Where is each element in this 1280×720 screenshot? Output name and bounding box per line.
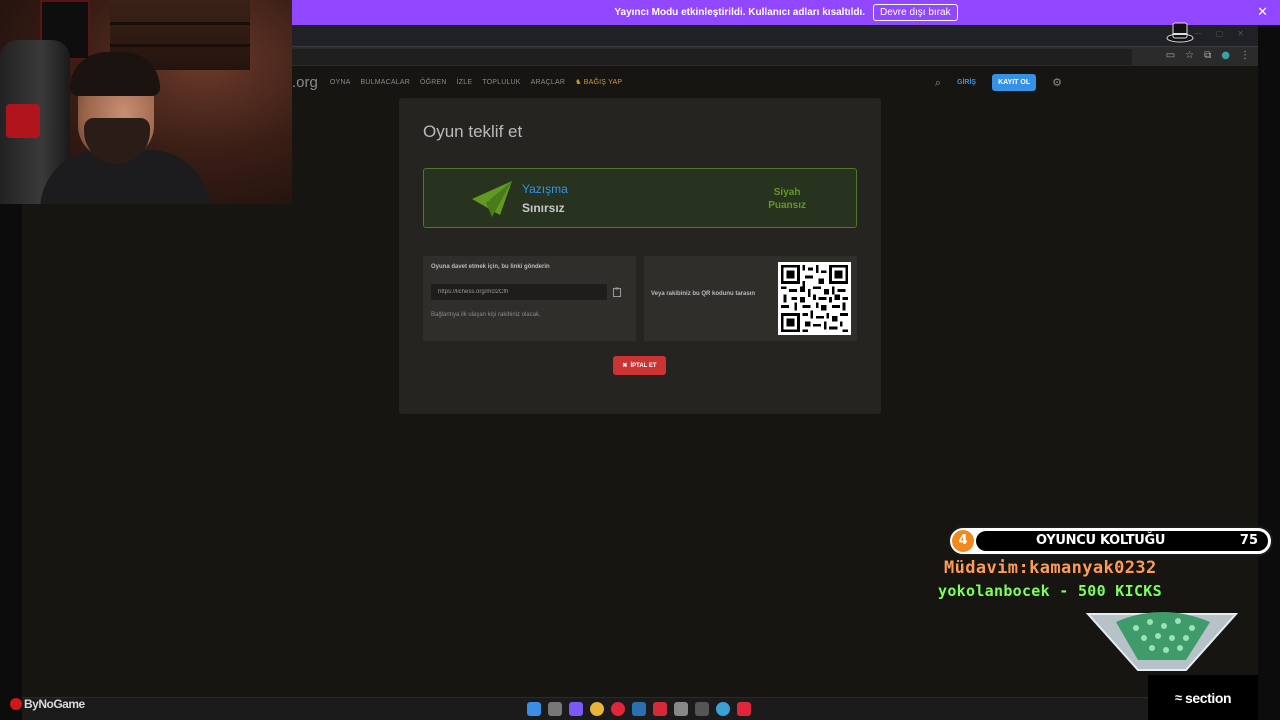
bynogame-text: ByNoGame xyxy=(24,697,85,711)
qr-code xyxy=(778,262,851,335)
streamer-mode-banner: Yayıncı Modu etkinleştirildi. Kullanıcı … xyxy=(292,0,1280,25)
nav-watch[interactable]: İZLE xyxy=(457,79,473,86)
app-icon-record[interactable] xyxy=(737,702,751,716)
profile-avatar-icon[interactable]: ● xyxy=(1221,50,1230,61)
cancel-challenge-button[interactable]: ✖ İPTAL ET xyxy=(613,356,666,375)
seat-count: 75 xyxy=(1239,533,1258,548)
invite-link-panel: Oyuna davet etmek için, bu linki gönderi… xyxy=(423,256,636,341)
bookmark-star-icon[interactable]: ☆ xyxy=(1185,50,1194,61)
app-icon-arrow[interactable] xyxy=(695,702,709,716)
nav-community[interactable]: TOPLULUK xyxy=(482,79,520,86)
close-window-icon[interactable]: ✕ xyxy=(1237,29,1244,38)
cancel-label: İPTAL ET xyxy=(630,362,657,369)
right-frame xyxy=(1258,0,1280,720)
invite-link-field[interactable] xyxy=(431,284,607,300)
chair-accent xyxy=(6,104,40,138)
opera-icon[interactable] xyxy=(611,702,625,716)
player-color: Siyah xyxy=(773,187,801,198)
site-logo[interactable]: .org xyxy=(292,74,318,91)
header-actions: ⌕ GİRİŞ KAYIT OL ⚙ xyxy=(935,74,1062,91)
qr-panel: Veya rakibiniz bu QR kodunu tarasın xyxy=(644,256,857,341)
qr-instructions: Veya rakibiniz bu QR kodunu tarasın xyxy=(651,291,756,297)
shelf-line xyxy=(110,22,250,25)
webcam-overlay xyxy=(0,0,292,204)
nav-play[interactable]: OYNA xyxy=(330,79,351,86)
nav-donate[interactable]: ♞ BAĞIŞ YAP xyxy=(575,78,622,86)
streamer-mode-text: Yayıncı Modu etkinleştirildi. Kullanıcı … xyxy=(614,7,866,18)
maximize-icon[interactable]: ▢ xyxy=(1216,29,1224,38)
sponsor-logo: ≈ section xyxy=(1148,675,1258,720)
windows-start-icon[interactable] xyxy=(527,702,541,716)
close-icon[interactable]: ✕ xyxy=(1257,5,1268,20)
donate-icon: ♞ xyxy=(575,79,584,86)
top-hat-icon xyxy=(1166,22,1194,43)
window-controls: — ▢ ✕ xyxy=(1194,29,1244,38)
nav-tools[interactable]: ARAÇLAR xyxy=(531,79,565,86)
login-link[interactable]: GİRİŞ xyxy=(957,79,976,86)
player-seat-overlay: 4 OYUNCU KOLTUĞU 75 xyxy=(948,526,1273,556)
minimize-icon[interactable]: — xyxy=(1194,29,1202,38)
seat-bar: OYUNCU KOLTUĞU 75 xyxy=(976,531,1268,551)
discord-icon[interactable] xyxy=(569,702,583,716)
color-and-mode: Siyah Puansız xyxy=(768,186,806,212)
browser-address-bar: ▭ ☆ ⧉ ● ⋮ xyxy=(292,46,1258,66)
shelf-line xyxy=(110,44,250,47)
taskbar-icons xyxy=(527,702,751,716)
game-variant: Yazışma xyxy=(522,182,568,196)
close-icon: ✖ xyxy=(622,363,628,369)
nav-learn[interactable]: ÖĞREN xyxy=(420,79,447,86)
task-view-icon[interactable] xyxy=(548,702,562,716)
cast-icon[interactable]: ▭ xyxy=(1166,50,1175,61)
app-icon-red[interactable] xyxy=(653,702,667,716)
bynogame-logo-icon xyxy=(10,698,22,710)
invite-note: Bağlantıya ilk ulaşan kişi rakibiniz ola… xyxy=(431,312,541,318)
calculator-icon[interactable] xyxy=(674,702,688,716)
regular-viewer-text: Müdavim:kamanyak0232 xyxy=(944,558,1157,578)
seat-label: OYUNCU KOLTUĞU xyxy=(1036,533,1166,548)
challenge-modal: Oyun teklif et Yazışma Sınırsız Siyah Pu… xyxy=(399,98,881,414)
browser-toolbar-icons: ▭ ☆ ⧉ ● ⋮ xyxy=(1166,50,1250,61)
url-field[interactable] xyxy=(292,49,1132,65)
disable-streamer-mode-button[interactable]: Devre dışı bırak xyxy=(873,4,958,21)
nav-puzzles[interactable]: BULMACALAR xyxy=(361,79,410,86)
time-control: Sınırsız xyxy=(522,201,565,215)
app-icon-blue[interactable] xyxy=(716,702,730,716)
bynogame-watermark: ByNoGame xyxy=(10,697,85,711)
donate-label: BAĞIŞ YAP xyxy=(583,79,623,86)
sponsor-name: section xyxy=(1184,689,1232,706)
modal-title: Oyun teklif et xyxy=(423,122,523,141)
paper-plane-icon xyxy=(472,181,512,217)
site-header: .org OYNA BULMACALAR ÖĞREN İZLE TOPLULUK… xyxy=(292,66,1258,98)
invite-title: Oyuna davet etmek için, bu linki gönderi… xyxy=(431,264,550,270)
steam-icon[interactable] xyxy=(632,702,646,716)
game-setup-box: Yazışma Sınırsız Siyah Puansız xyxy=(423,168,857,228)
browser-menu-icon[interactable]: ⋮ xyxy=(1240,50,1250,61)
section-mark-icon: ≈ xyxy=(1174,690,1182,705)
signup-button[interactable]: KAYIT OL xyxy=(992,74,1037,91)
clipboard-icon[interactable] xyxy=(613,287,621,297)
extensions-icon[interactable]: ⧉ xyxy=(1204,50,1211,61)
chrome-icon[interactable] xyxy=(590,702,604,716)
seat-number: 4 xyxy=(952,530,974,552)
money-bowl-graphic xyxy=(1086,612,1238,671)
kicks-alert-text: yokolanbocek - 500 KICKS xyxy=(938,582,1162,600)
search-icon[interactable]: ⌕ xyxy=(935,76,941,90)
browser-tab-bar: — ▢ ✕ xyxy=(292,25,1258,46)
rated-mode: Puansız xyxy=(768,200,806,211)
windows-taskbar xyxy=(22,697,1148,720)
gear-icon[interactable]: ⚙ xyxy=(1052,76,1062,89)
